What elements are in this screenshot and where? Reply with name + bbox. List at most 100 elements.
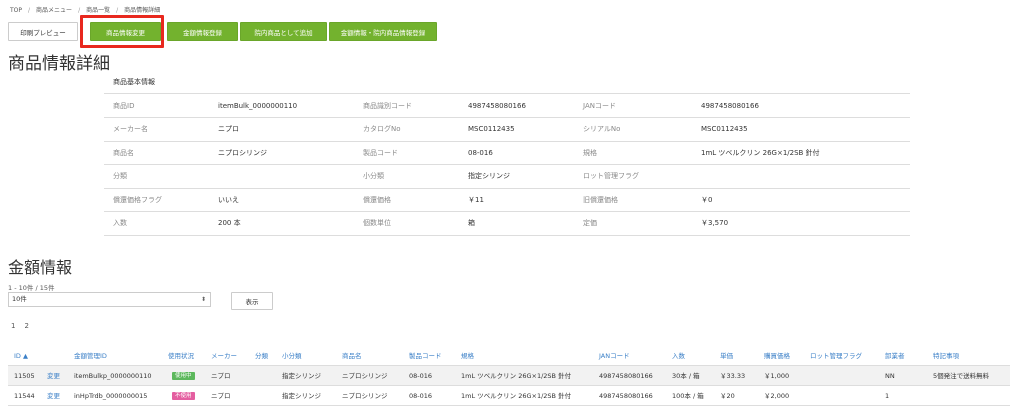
cell-notes: 5個発注で送料無料 <box>933 372 990 380</box>
info-label: メーカー名 <box>104 117 209 142</box>
col-unit-price[interactable]: 単価 <box>720 346 733 366</box>
product-basic-info: 商品基本情報 商品ID itemBulk_0000000110 商品識別コード 498… <box>104 71 910 236</box>
table-row: 11505 変更 itemBulkp_0000000110 使用中 ニプロ 指定… <box>8 366 1010 386</box>
cell-qty: 100本 / 箱 <box>672 392 704 400</box>
info-label: シリアルNo <box>574 117 692 142</box>
breadcrumb-top[interactable]: TOP <box>10 7 22 14</box>
cell-wholesaler: 1 <box>885 392 890 400</box>
info-label: 入数 <box>104 211 209 236</box>
breadcrumb-separator: / <box>28 7 31 14</box>
register-price-button[interactable]: 金額情報登録 <box>167 22 238 41</box>
col-category[interactable]: 分類 <box>255 346 268 366</box>
result-count: 1 - 10件 / 15件 <box>8 284 55 292</box>
info-label: 償還価格 <box>354 188 459 212</box>
col-status[interactable]: 使用状況 <box>168 346 194 366</box>
cell-purchase-price: ￥1,000 <box>764 372 790 380</box>
info-value: 200 本 <box>209 211 354 236</box>
info-row: 入数 200 本個数単位箱定価 ￥3,570 <box>104 211 910 236</box>
col-lot-flag[interactable]: ロット管理フラグ <box>810 346 862 366</box>
page-title: 商品情報詳細 <box>8 54 110 74</box>
col-subcategory[interactable]: 小分類 <box>282 346 302 366</box>
status-badge: 使用中 <box>172 372 195 380</box>
col-wholesaler[interactable]: 卸業者 <box>885 346 905 366</box>
info-row: 商品ID itemBulk_0000000110 商品識別コード 4987458080… <box>104 94 910 118</box>
col-product-code[interactable]: 製品コード <box>409 346 442 366</box>
col-purchase-price[interactable]: 購買価格 <box>764 346 790 366</box>
cell-mgmt-id: itemBulkp_0000000110 <box>74 372 152 380</box>
col-qty[interactable]: 入数 <box>672 346 685 366</box>
breadcrumb-separator: / <box>116 7 119 14</box>
edit-link[interactable]: 変更 <box>47 366 60 386</box>
status-cell: 不使用 <box>172 386 195 406</box>
cell-qty: 30本 / 箱 <box>672 372 700 380</box>
info-value: ￥3,570 <box>692 211 910 236</box>
status-badge: 不使用 <box>172 392 195 400</box>
info-label: 旧償還価格 <box>574 188 692 212</box>
cell-subcategory: 指定シリンジ <box>282 372 321 380</box>
info-label: 規格 <box>574 141 692 165</box>
per-page-select[interactable]: 10件 ⬍ <box>8 292 211 307</box>
cell-maker: ニプロ <box>211 372 231 380</box>
col-maker[interactable]: メーカー <box>211 346 237 366</box>
info-label: ロット管理フラグ <box>574 164 692 189</box>
cell-spec: 1mL ツベルクリン 26G×1/2SB 針付 <box>461 372 572 380</box>
col-spec[interactable]: 規格 <box>461 346 474 366</box>
info-label: 製品コード <box>354 141 459 165</box>
cell-name: ニプロシリンジ <box>342 372 388 380</box>
price-section-title: 金額情報 <box>8 258 73 277</box>
info-value: いいえ <box>209 188 354 212</box>
breadcrumb-product-menu[interactable]: 商品メニュー <box>36 7 72 14</box>
per-page-value: 10件 <box>12 295 27 303</box>
price-table: ID ▲ 金額管理ID 使用状況 メーカー 分類 小分類 商品名 製品コード 規… <box>8 346 1010 406</box>
add-internal-product-button[interactable]: 院内商品として追加 <box>240 22 327 41</box>
print-preview-button[interactable]: 印刷プレビュー <box>8 22 78 41</box>
edit-link[interactable]: 変更 <box>47 386 60 406</box>
cell-subcategory: 指定シリンジ <box>282 392 321 400</box>
info-label: 商品ID <box>104 94 209 118</box>
cell-wholesaler: NN <box>885 372 895 380</box>
info-value: ￥0 <box>692 188 910 212</box>
basic-info-table: 商品ID itemBulk_0000000110 商品識別コード 4987458080… <box>104 94 910 236</box>
show-button[interactable]: 表示 <box>231 292 273 310</box>
page-link-2[interactable]: 2 <box>24 322 28 330</box>
col-jan[interactable]: JANコード <box>599 346 630 366</box>
change-product-button[interactable]: 商品情報変更 <box>90 22 161 41</box>
info-label: 分類 <box>104 164 209 189</box>
info-value: 4987458080166 <box>692 94 910 118</box>
cell-jan: 4987458080166 <box>599 372 653 380</box>
cell-id: 11505 <box>14 372 35 380</box>
col-name[interactable]: 商品名 <box>342 346 362 366</box>
info-value: 1mL ツベルクリン 26G×1/2SB 針付 <box>692 141 910 165</box>
cell-product-code: 08-016 <box>409 392 433 400</box>
page-link-1[interactable]: 1 <box>11 322 15 330</box>
cell-purchase-price: ￥2,000 <box>764 392 790 400</box>
info-value: itemBulk_0000000110 <box>209 94 354 118</box>
breadcrumb-separator: / <box>78 7 81 14</box>
breadcrumb-current: 商品情報詳細 <box>124 7 161 14</box>
breadcrumb: TOP / 商品メニュー / 商品一覧 / 商品情報詳細 <box>10 5 160 14</box>
info-value <box>209 164 354 189</box>
info-value: 箱 <box>459 211 574 236</box>
info-value: MSC0112435 <box>692 117 910 142</box>
col-mgmt-id[interactable]: 金額管理ID <box>74 346 107 366</box>
col-id[interactable]: ID ▲ <box>14 346 28 366</box>
info-row: 商品名 ニプロシリンジ 製品コード 08-016 規格 1mL ツベルクリン 26G×1/… <box>104 141 910 165</box>
info-label: 小分類 <box>354 164 459 189</box>
register-price-internal-button[interactable]: 金額情報・院内商品情報登録 <box>329 22 437 41</box>
breadcrumb-product-list[interactable]: 商品一覧 <box>86 7 110 14</box>
basic-info-heading: 商品基本情報 <box>104 71 910 94</box>
info-label: 償還価格フラグ <box>104 188 209 212</box>
info-label: JANコード <box>574 94 692 118</box>
col-notes[interactable]: 特記事項 <box>933 346 959 366</box>
table-row: 11544 変更 inHpTrdb_0000000015 不使用 ニプロ 指定シ… <box>8 386 1010 406</box>
info-value: 08-016 <box>459 141 574 165</box>
cell-name: ニプロシリンジ <box>342 392 388 400</box>
info-value: ￥11 <box>459 188 574 212</box>
info-label: 商品名 <box>104 141 209 165</box>
cell-unit-price: ￥20 <box>720 392 735 400</box>
cell-jan: 4987458080166 <box>599 392 653 400</box>
select-arrows-icon: ⬍ <box>200 296 206 303</box>
info-value: MSC0112435 <box>459 117 574 142</box>
pagination: 12 <box>11 322 38 330</box>
cell-product-code: 08-016 <box>409 372 433 380</box>
